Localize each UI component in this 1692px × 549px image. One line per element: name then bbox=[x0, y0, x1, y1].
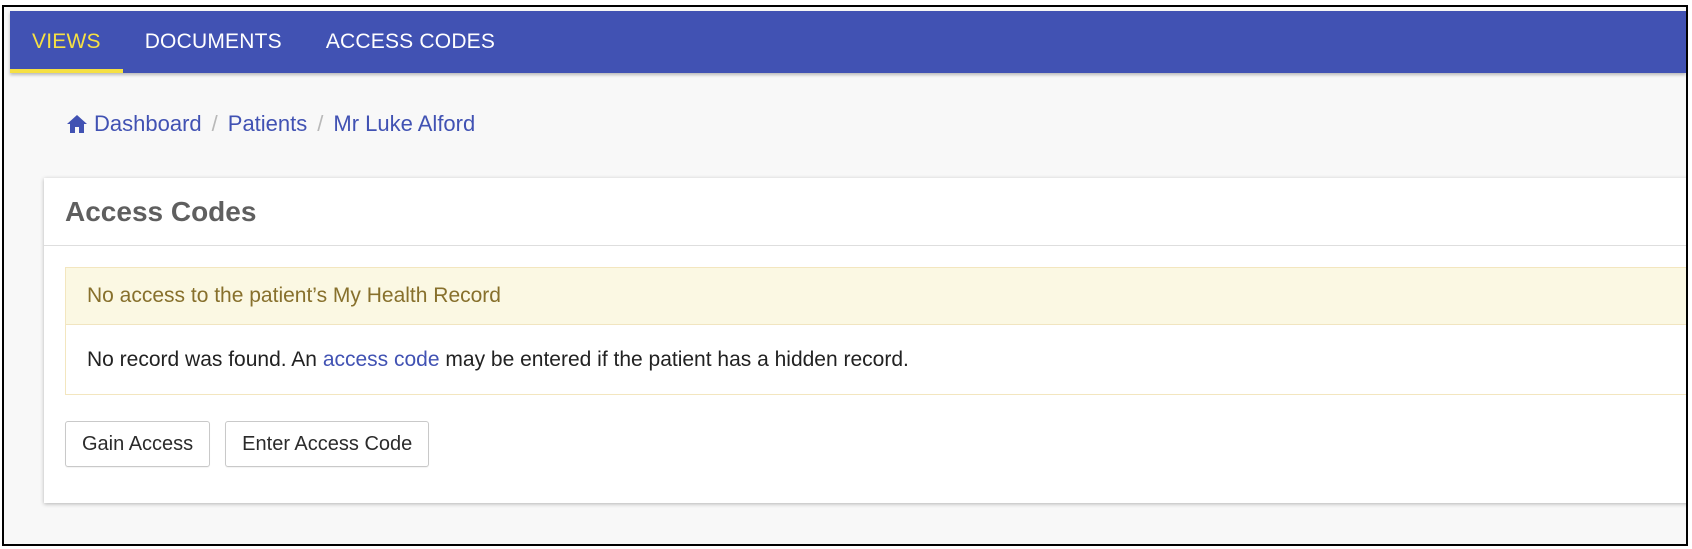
tab-documents[interactable]: DOCUMENTS bbox=[123, 11, 304, 73]
home-icon bbox=[67, 115, 87, 133]
panel-header: Access Codes bbox=[44, 178, 1686, 246]
breadcrumb-patient-name[interactable]: Mr Luke Alford bbox=[333, 111, 475, 137]
breadcrumb-separator: / bbox=[211, 111, 218, 136]
enter-access-code-button[interactable]: Enter Access Code bbox=[225, 421, 430, 467]
tab-access-codes[interactable]: ACCESS CODES bbox=[304, 11, 517, 73]
gain-access-button[interactable]: Gain Access bbox=[65, 421, 211, 467]
alert-body: No record was found. An access code may … bbox=[66, 325, 1686, 394]
no-access-alert: No access to the patient’s My Health Rec… bbox=[65, 267, 1686, 395]
tab-views[interactable]: VIEWS bbox=[10, 11, 123, 73]
breadcrumb-dashboard-label: Dashboard bbox=[94, 111, 202, 136]
alert-body-text-start: No record was found. An bbox=[87, 347, 317, 371]
breadcrumb: Dashboard / Patients / Mr Luke Alford bbox=[66, 111, 475, 137]
access-code-link[interactable]: access code bbox=[323, 348, 440, 372]
access-codes-panel: Access Codes No access to the patient’s … bbox=[44, 178, 1686, 503]
breadcrumb-dashboard[interactable]: Dashboard bbox=[66, 111, 202, 137]
breadcrumb-patients[interactable]: Patients bbox=[228, 111, 308, 137]
breadcrumb-separator: / bbox=[317, 111, 324, 136]
app-frame: VIEWS DOCUMENTS ACCESS CODES Dashboard /… bbox=[2, 5, 1688, 546]
alert-heading: No access to the patient’s My Health Rec… bbox=[66, 268, 1686, 325]
panel-title: Access Codes bbox=[65, 195, 257, 227]
top-nav: VIEWS DOCUMENTS ACCESS CODES bbox=[10, 11, 1686, 73]
action-buttons: Gain Access Enter Access Code bbox=[65, 421, 430, 467]
alert-body-text-end: may be entered if the patient has a hidd… bbox=[445, 347, 909, 371]
